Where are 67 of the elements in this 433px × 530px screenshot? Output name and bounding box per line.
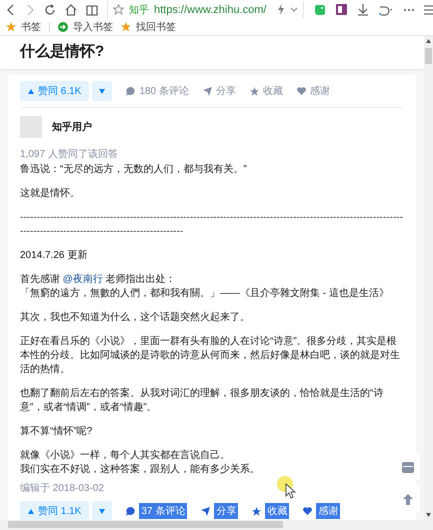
star-icon <box>250 86 259 96</box>
scroll-thumb[interactable] <box>8 521 283 528</box>
paper-plane-icon <box>202 86 212 96</box>
home-icon[interactable] <box>65 4 77 16</box>
star-icon <box>252 506 262 516</box>
horizontal-scrollbar[interactable] <box>0 520 433 530</box>
favorite-button[interactable]: 收藏 <box>250 84 283 98</box>
author-name[interactable]: 知乎用户 <box>52 120 92 134</box>
dashed-line: -------------------------------------------------------------------------------------------------------------------------------------------------------------------- <box>20 211 404 239</box>
scroll-up-icon[interactable] <box>426 39 431 43</box>
paper-plane-icon <box>201 506 210 516</box>
back-icon[interactable] <box>6 4 16 16</box>
url-text: https://www.zhihu.com/ <box>154 4 268 16</box>
triangle-up-icon <box>28 508 34 514</box>
heart-icon <box>296 87 306 95</box>
undo-icon[interactable] <box>378 4 394 16</box>
quote: 「無窮的遠方，無數的人們，都和我有關。」——《且介亭雜文附集 - 這也是生活》 <box>20 287 390 301</box>
edit-date: 编辑于 2018-03-02 <box>20 482 104 495</box>
paragraph: 2014.7.26 更新 <box>20 249 88 263</box>
scroll-thumb[interactable] <box>425 48 432 64</box>
triangle-up-icon <box>28 88 34 94</box>
cursor-icon <box>277 476 297 500</box>
question-title: 什么是情怀? <box>20 42 106 61</box>
downvote-button[interactable] <box>92 501 112 520</box>
speech-bubble-icon <box>126 86 136 96</box>
paragraph: 我们实在不好说，这种答案，跟别人，能有多少关系。 <box>20 463 261 477</box>
star-icon <box>121 22 131 32</box>
arrow-up-icon <box>403 494 413 504</box>
scroll-down-icon[interactable] <box>426 513 431 517</box>
paragraph: 首先感谢 @夜南行 老师指出出处： <box>20 273 177 287</box>
menu-icon[interactable] <box>424 4 433 14</box>
notebook-icon[interactable] <box>335 3 348 16</box>
import-icon <box>58 22 68 32</box>
bookmark-item[interactable]: 导入书签 <box>58 20 113 34</box>
reader-icon[interactable] <box>86 4 98 16</box>
paragraph: 其次，我也不知道为什么，这个话题突然火起来了。 <box>20 311 251 325</box>
upvote-button[interactable]: 赞同 1.1K <box>20 501 90 520</box>
bookmark-item[interactable]: 书签 <box>6 20 41 34</box>
triangle-down-icon <box>99 88 106 94</box>
paragraph: 也翻了翻前后左右的答案。从我对词汇的理解，很多朋友谈的，恰恰就是生活的“诗意”，或者“情调”，或者“情趣”。 <box>20 387 384 415</box>
star-icon[interactable] <box>113 4 124 15</box>
bookmark-item[interactable]: 找回书签 <box>121 20 176 34</box>
paragraph: 就像《小说》一样，每个人其实都在言说自己。 <box>20 449 231 463</box>
thanks-button[interactable]: 感谢 <box>296 84 330 98</box>
upvote-button[interactable]: 赞同 6.1K <box>20 81 90 101</box>
refresh-icon[interactable] <box>44 4 56 16</box>
star-icon <box>6 22 16 32</box>
downvote-button[interactable] <box>92 81 112 101</box>
mention-link[interactable]: @夜南行 <box>62 274 103 285</box>
comments-button[interactable]: 180 条评论 <box>126 84 189 98</box>
more-icon[interactable] <box>403 8 415 12</box>
site-label: 知乎 <box>129 4 149 16</box>
share-button[interactable]: 分享 <box>202 84 236 98</box>
lightning-icon[interactable] <box>277 4 285 15</box>
forward-icon[interactable] <box>25 4 35 16</box>
paragraph: 正好在看吕乐的《小说》，里面一群有头有脸的人在讨论“诗意”。很多分歧，其实是根本性的分歧。比如阿城谈的是诗歌的诗意从何而来，然后好像是林白吧，谈的就是对生活的热情。 <box>20 335 401 377</box>
tray-icon <box>402 462 414 472</box>
paragraph: 这就是情怀。 <box>20 187 81 201</box>
dropdown-icon[interactable] <box>290 6 298 12</box>
paragraph: 算不算“情怀”呢? <box>20 425 94 439</box>
heart-icon <box>303 507 312 515</box>
paragraph: 鲁迅说：“无尽的远方，无数的人们，都与我有关。” <box>20 163 248 177</box>
triangle-down-icon <box>99 508 106 514</box>
vertical-scrollbar[interactable] <box>424 36 433 520</box>
speech-bubble-icon <box>126 506 136 516</box>
download-icon[interactable] <box>357 4 369 16</box>
vote-count: 1,097 人赞同了该回答 <box>20 148 119 161</box>
